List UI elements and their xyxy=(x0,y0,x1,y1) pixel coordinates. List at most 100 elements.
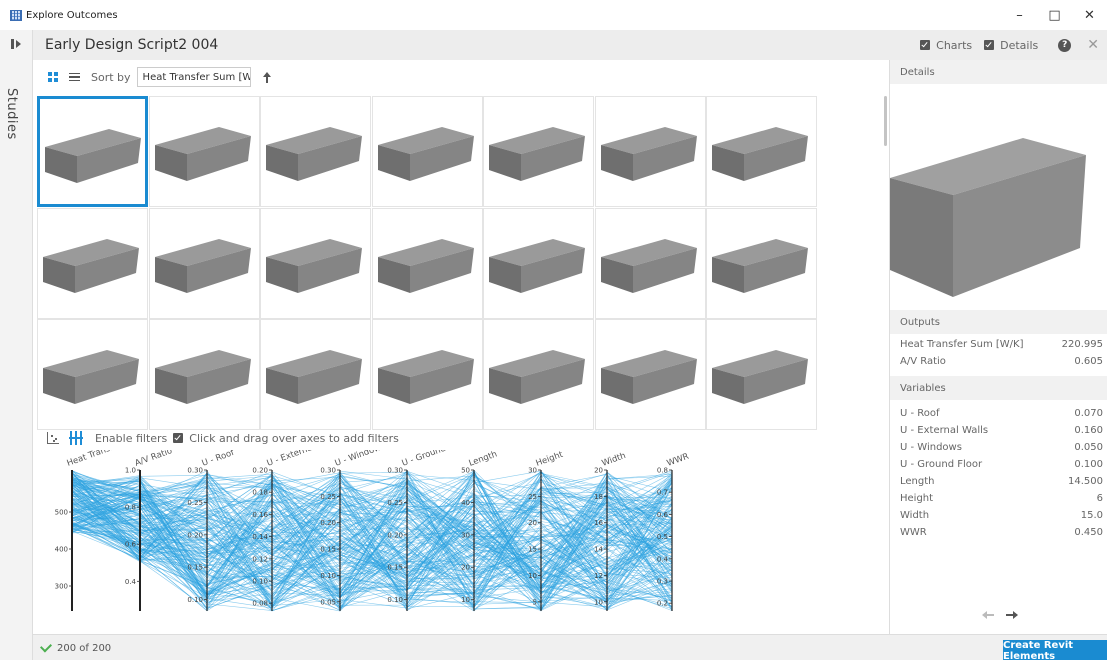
box-model-icon xyxy=(600,238,697,293)
axis-tick-label: 0.14 xyxy=(252,533,268,541)
outcome-thumbnail[interactable] xyxy=(37,96,148,207)
outcome-thumbnail[interactable] xyxy=(37,207,148,319)
axis-tick-label: 0.10 xyxy=(387,596,403,604)
outcome-thumbnail[interactable] xyxy=(371,319,483,430)
box-model-icon xyxy=(266,238,362,293)
outcome-thumbnail[interactable] xyxy=(260,96,371,207)
axis-tick-label: 5 xyxy=(533,598,537,606)
variable-value: 0.450 xyxy=(1074,527,1103,538)
outcome-thumbnail[interactable] xyxy=(483,319,594,430)
box-model-icon xyxy=(712,238,808,293)
enable-filters-label: Enable filters xyxy=(95,431,168,445)
expand-panel-icon[interactable] xyxy=(11,38,23,50)
minimize-button[interactable]: – xyxy=(1002,0,1037,30)
box-model-icon xyxy=(266,350,362,404)
axis-tick-label: 0.12 xyxy=(252,555,268,563)
variable-label: U - Windows xyxy=(900,442,962,453)
axis-tick-label: 0.15 xyxy=(387,564,403,572)
variable-value: 0.160 xyxy=(1074,425,1103,436)
box-model-icon xyxy=(712,127,808,181)
outcome-thumbnail[interactable] xyxy=(483,96,594,207)
axis-tick-label: 0.25 xyxy=(387,499,403,507)
axis-tick-label: 10 xyxy=(528,572,537,580)
sort-select[interactable]: Heat Transfer Sum [W/K] xyxy=(136,67,251,87)
outcome-thumbnail[interactable] xyxy=(483,207,594,319)
output-label: A/V Ratio xyxy=(900,356,946,367)
outcomes-toolbar: Sort by Heat Transfer Sum [W/K] xyxy=(33,60,885,94)
outcome-thumbnail[interactable] xyxy=(371,207,483,319)
parallel-coordinates-chart[interactable]: Heat Transfer Sum...500400300A/V Ratio1.… xyxy=(37,450,877,630)
box-model-icon xyxy=(377,238,474,293)
outcome-thumbnail[interactable] xyxy=(594,207,706,319)
outcome-thumbnail[interactable] xyxy=(148,96,260,207)
axis-tick-label: 15 xyxy=(528,546,537,554)
window-close-button[interactable]: ✕ xyxy=(1072,0,1107,30)
output-value: 220.995 xyxy=(1061,339,1103,350)
outcome-thumbnail[interactable] xyxy=(37,319,148,430)
variable-row: WWR 0.450 xyxy=(900,527,1103,544)
axis-tick-label: 30 xyxy=(461,531,470,539)
axis-tick-label: 0.30 xyxy=(320,467,336,475)
axis-tick-label: 0.10 xyxy=(320,572,336,580)
box-model-icon xyxy=(377,350,474,404)
axis-tick-label: 0.20 xyxy=(387,531,403,539)
outcome-thumbnail[interactable] xyxy=(594,96,706,207)
outcome-thumbnail[interactable] xyxy=(148,319,260,430)
grid-scrollbar-thumb[interactable] xyxy=(884,96,887,146)
create-revit-elements-button[interactable]: Create Revit Elements xyxy=(1003,640,1107,660)
box-model-icon xyxy=(377,127,474,181)
axis-tick-label: 20 xyxy=(594,467,603,475)
filter-hint: Click and drag over axes to add filters xyxy=(189,431,399,445)
axis-tick-label: 0.20 xyxy=(252,467,268,475)
variable-label: U - Roof xyxy=(900,408,940,419)
list-view-icon[interactable] xyxy=(69,72,80,82)
axis-tick-label: 10 xyxy=(594,598,603,606)
maximize-button[interactable]: □ xyxy=(1037,0,1072,30)
axis-tick-label: 0.30 xyxy=(387,467,403,475)
outcome-thumbnail[interactable] xyxy=(706,207,817,319)
grid-view-icon[interactable] xyxy=(48,72,58,82)
charts-checkbox[interactable] xyxy=(920,40,931,50)
axis-label: A/V Ratio xyxy=(134,450,174,469)
studies-tab[interactable]: Studies xyxy=(4,88,19,140)
result-count: 200 of 200 xyxy=(57,642,112,654)
outcome-thumbnail[interactable] xyxy=(371,96,483,207)
output-value: 0.605 xyxy=(1074,356,1103,367)
box-model-icon xyxy=(266,127,362,181)
axis-tick-label: 40 xyxy=(461,499,470,507)
output-row: A/V Ratio 0.605 xyxy=(900,356,1103,373)
box-model-icon xyxy=(43,350,139,404)
previous-outcome-icon[interactable] xyxy=(982,611,994,619)
outcome-thumbnail[interactable] xyxy=(260,207,371,319)
variable-label: WWR xyxy=(900,527,927,538)
axis-tick-label: 0.5 xyxy=(657,533,668,541)
parallel-coordinates-icon[interactable] xyxy=(69,431,83,445)
outcome-thumbnail[interactable] xyxy=(706,96,817,207)
outcome-thumbnail[interactable] xyxy=(594,319,706,430)
window-controls: – □ ✕ xyxy=(1002,0,1107,30)
study-header: Early Design Script2 004 Charts Details … xyxy=(33,30,1107,60)
axis-tick-label: 0.10 xyxy=(187,596,203,604)
outcome-thumbnail[interactable] xyxy=(260,319,371,430)
next-outcome-icon[interactable] xyxy=(1006,611,1018,619)
axis-tick-label: 0.15 xyxy=(320,546,336,554)
variable-row: Length 14.500 xyxy=(900,476,1103,493)
box-model-icon xyxy=(154,127,251,181)
close-study-icon[interactable]: ✕ xyxy=(1087,37,1099,53)
outcome-thumbnail[interactable] xyxy=(706,319,817,430)
help-icon[interactable]: ? xyxy=(1058,38,1072,52)
axis-label: U - Roof xyxy=(201,450,237,469)
variable-label: U - External Walls xyxy=(900,425,989,436)
axis-tick-label: 0.30 xyxy=(187,467,203,475)
axis-tick-label: 18 xyxy=(594,493,603,501)
variable-label: Length xyxy=(900,476,935,487)
outcome-thumbnail[interactable] xyxy=(148,207,260,319)
details-checkbox[interactable] xyxy=(984,40,995,50)
sort-direction-icon[interactable] xyxy=(262,71,272,83)
enable-filters-checkbox[interactable] xyxy=(173,433,184,443)
box-model-icon xyxy=(600,127,697,181)
window-titlebar: Explore Outcomes – □ ✕ xyxy=(0,0,1107,30)
outputs-header: Outputs xyxy=(890,310,1107,334)
scatter-plot-icon[interactable] xyxy=(47,432,59,444)
axis-tick-label: 14 xyxy=(594,546,603,554)
